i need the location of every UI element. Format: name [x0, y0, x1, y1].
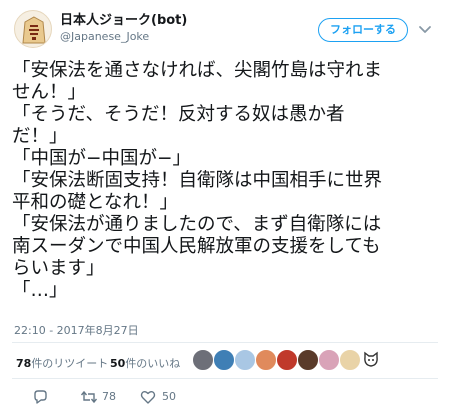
tweet-card: 日本人ジョーク(bot) @Japanese_Joke フォローする 「安保法を…: [0, 0, 450, 417]
like-button[interactable]: 50: [140, 388, 190, 406]
divider: [12, 342, 438, 343]
tweet-text-line: 平和の礎となれ！」: [12, 192, 178, 213]
retweets-stat-count: 78: [16, 357, 32, 370]
tweet-text-line: 「…」: [12, 280, 68, 301]
tweet-text-line: せん！」: [12, 82, 87, 103]
retweets-stat[interactable]: 78件のリツイート: [16, 355, 108, 371]
tweet-header: 日本人ジョーク(bot) @Japanese_Joke フォローする: [14, 8, 436, 52]
likes-stat[interactable]: 50件のいいね: [110, 355, 180, 371]
like-count: 50: [162, 390, 176, 403]
reply-icon: [34, 390, 47, 404]
liker-avatar[interactable]: [339, 349, 361, 371]
action-bar: 78 50: [0, 386, 450, 410]
display-name[interactable]: 日本人ジョーク(bot): [60, 12, 300, 29]
retweets-stat-label: 件のリツイート: [31, 357, 109, 370]
tweet-text: 「安保法を通さなければ、尖閣竹島は守れま せん！」 「そうだ、そうだ！反対する奴…: [12, 60, 438, 302]
cat-icon[interactable]: [360, 349, 382, 371]
retweet-count: 78: [102, 390, 116, 403]
reply-button[interactable]: [32, 388, 52, 406]
tweet-timestamp[interactable]: 22:10 - 2017年8月27日: [14, 322, 139, 338]
account-names: 日本人ジョーク(bot) @Japanese_Joke: [60, 12, 300, 45]
chevron-down-icon[interactable]: [418, 22, 432, 36]
liker-avatar[interactable]: [276, 349, 298, 371]
tweet-text-line: 「安保法を通さなければ、尖閣竹島は守れま: [12, 60, 383, 81]
liker-avatar[interactable]: [297, 349, 319, 371]
liker-avatar[interactable]: [213, 349, 235, 371]
follow-button[interactable]: フォローする: [318, 18, 408, 42]
retweet-icon: [80, 390, 98, 404]
liker-avatar[interactable]: [234, 349, 256, 371]
likes-stat-count: 50: [110, 357, 126, 370]
tweet-text-line: 南スーダンで中国人民解放軍の支援をしても: [12, 236, 381, 257]
liker-avatar[interactable]: [318, 349, 340, 371]
tweet-text-line: 「中国が−中国が−」: [12, 148, 192, 169]
tweet-text-line: だ！」: [12, 126, 68, 147]
tweet-text-line: 「安保法断固支持！自衛隊は中国相手に世界: [12, 170, 383, 191]
shogi-piece-icon: [22, 16, 46, 44]
tweet-text-line: 「安保法が通りましたので、まず自衛隊には: [12, 214, 382, 235]
retweet-button[interactable]: 78: [80, 388, 130, 406]
liker-avatar[interactable]: [192, 349, 214, 371]
tweet-text-line: 「そうだ、そうだ！反対する奴は愚か者: [12, 104, 345, 125]
liker-avatar[interactable]: [255, 349, 277, 371]
avatar[interactable]: [14, 10, 52, 48]
likes-stat-label: 件のいいね: [125, 357, 181, 370]
heart-icon: [140, 391, 156, 404]
divider: [12, 378, 438, 379]
screen-name[interactable]: @Japanese_Joke: [60, 29, 300, 45]
engagement-stats: 78件のリツイート 50件のいいね: [16, 349, 436, 375]
tweet-text-line: らいます」: [12, 258, 105, 279]
